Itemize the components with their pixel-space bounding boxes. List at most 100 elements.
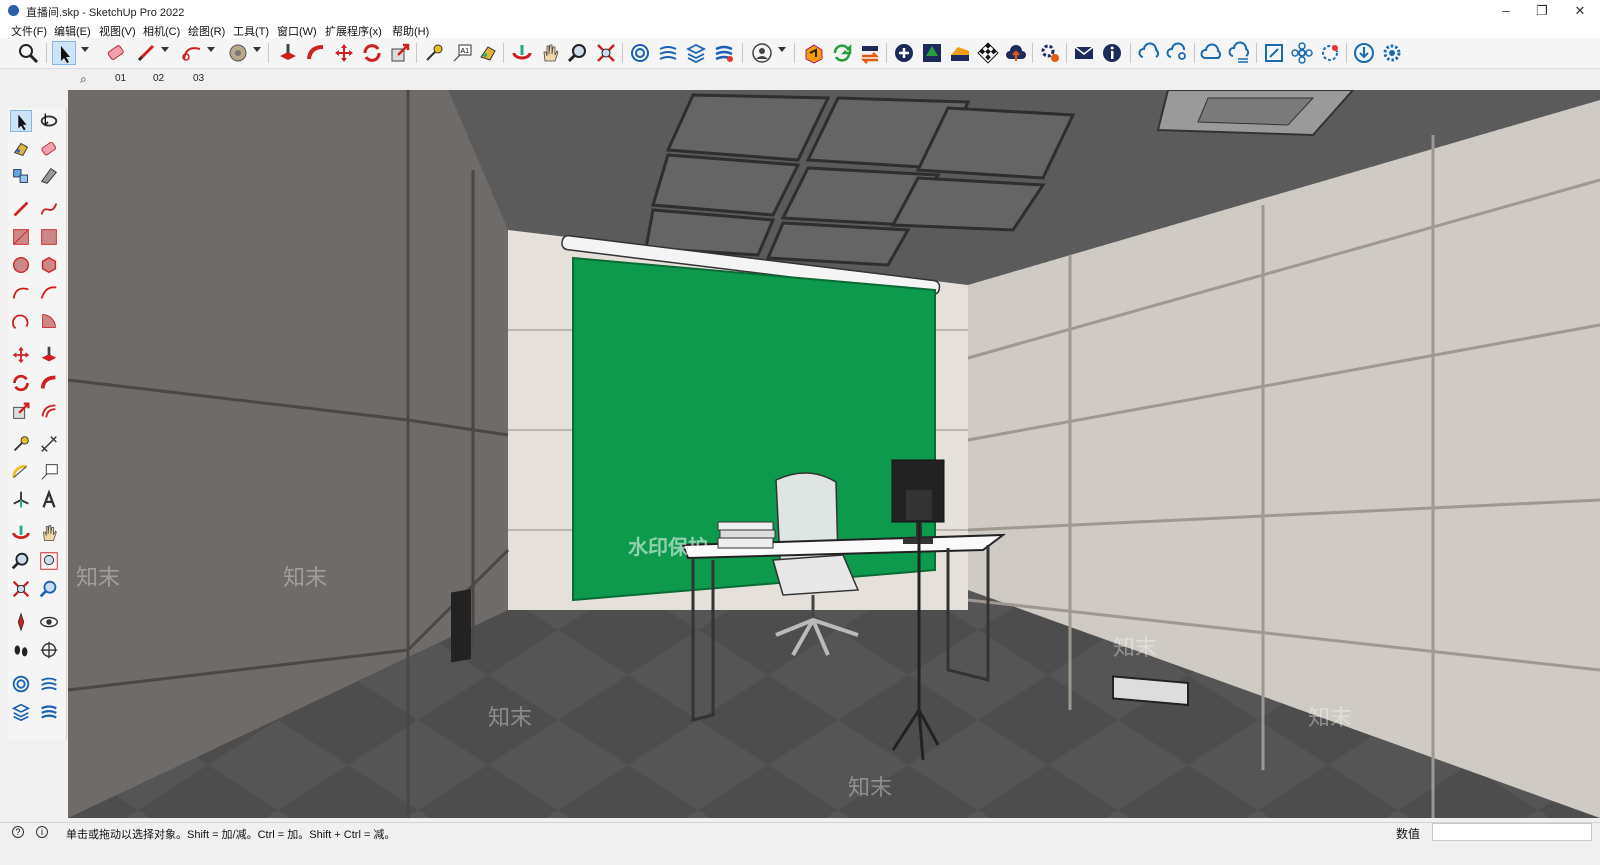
swap-icon[interactable]	[858, 41, 882, 65]
paint-icon[interactable]	[10, 138, 32, 160]
rotate-icon[interactable]	[360, 41, 384, 65]
account-icon[interactable]	[750, 41, 774, 65]
zoom-extents-icon[interactable]	[16, 41, 40, 65]
orbit-icon[interactable]	[10, 522, 32, 544]
scale-icon[interactable]	[10, 400, 32, 422]
info-icon[interactable]	[1100, 41, 1124, 65]
component-icon[interactable]	[10, 165, 32, 187]
circle-icon[interactable]	[10, 254, 32, 276]
cloud-sync-icon[interactable]	[1138, 41, 1162, 65]
zoom-window-icon[interactable]	[38, 550, 60, 572]
move-icon[interactable]	[332, 41, 356, 65]
checker-icon[interactable]	[976, 41, 1000, 65]
pie-icon[interactable]	[38, 310, 60, 332]
push-pull-icon[interactable]	[38, 344, 60, 366]
eraser-icon[interactable]	[38, 138, 60, 160]
menu-window[interactable]: 窗口(W)	[277, 23, 317, 39]
layers-icon[interactable]	[684, 41, 708, 65]
geo-location-icon[interactable]: ?	[12, 826, 24, 838]
scene-tab-01[interactable]: 01	[115, 73, 126, 84]
tape-measure-icon[interactable]	[10, 433, 32, 455]
styles-icon[interactable]	[656, 41, 680, 65]
layers-icon[interactable]	[10, 701, 32, 723]
text-icon[interactable]: A1	[450, 41, 474, 65]
zoom-extents-icon[interactable]	[10, 578, 32, 600]
cloud-icon[interactable]	[1200, 41, 1224, 65]
settings-icon[interactable]	[1380, 41, 1404, 65]
extension-warehouse-icon[interactable]	[802, 41, 826, 65]
menu-help[interactable]: 帮助(H)	[392, 23, 429, 39]
rectangle-icon[interactable]	[10, 226, 32, 248]
tape-measure-icon[interactable]	[422, 41, 446, 65]
polygon-icon[interactable]	[38, 254, 60, 276]
menu-edit[interactable]: 编辑(E)	[54, 23, 91, 39]
protractor-icon[interactable]	[10, 461, 32, 483]
select-icon[interactable]	[10, 110, 32, 132]
scenes-icon[interactable]	[712, 41, 736, 65]
arc-icon[interactable]	[10, 282, 32, 304]
text-icon[interactable]	[38, 461, 60, 483]
measurements-input[interactable]	[1432, 823, 1592, 841]
orbit-icon[interactable]	[510, 41, 534, 65]
3d-text-icon[interactable]	[38, 489, 60, 511]
menu-draw[interactable]: 绘图(R)	[188, 23, 225, 39]
tag-icon[interactable]	[38, 165, 60, 187]
paint-bucket-icon[interactable]	[226, 41, 250, 65]
three-point-arc-icon[interactable]	[10, 310, 32, 332]
gear-icon[interactable]	[1038, 41, 1062, 65]
zoom-icon[interactable]	[566, 41, 590, 65]
menu-file[interactable]: 文件(F)	[11, 23, 47, 39]
select-icon[interactable]	[52, 41, 76, 65]
menu-camera[interactable]: 相机(C)	[143, 23, 180, 39]
cloud-upload-icon[interactable]	[1004, 41, 1028, 65]
paint-icon[interactable]	[476, 41, 500, 65]
styles-icon[interactable]	[38, 673, 60, 695]
two-point-arc-icon[interactable]	[38, 282, 60, 304]
add-icon[interactable]	[892, 41, 916, 65]
scene-search-icon[interactable]: ⌕	[80, 72, 87, 87]
scenes-icon[interactable]	[38, 701, 60, 723]
line-icon[interactable]	[10, 198, 32, 220]
scene-tab-03[interactable]: 03	[193, 73, 204, 84]
minimize-button[interactable]: –	[1486, 0, 1526, 22]
chevron-down-icon[interactable]	[778, 47, 786, 52]
follow-me-icon[interactable]	[38, 372, 60, 394]
scene-tab-02[interactable]: 02	[153, 73, 164, 84]
look-around-icon[interactable]	[38, 611, 60, 633]
chevron-down-icon[interactable]	[207, 47, 215, 52]
menu-tools[interactable]: 工具(T)	[233, 23, 269, 39]
offset-icon[interactable]	[38, 400, 60, 422]
move-icon[interactable]	[10, 344, 32, 366]
rotate-icon[interactable]	[10, 372, 32, 394]
chevron-down-icon[interactable]	[161, 47, 169, 52]
menu-view[interactable]: 视图(V)	[99, 23, 136, 39]
component-icon[interactable]	[628, 41, 652, 65]
pan-icon[interactable]	[538, 41, 562, 65]
push-pull-icon[interactable]	[276, 41, 300, 65]
download-icon[interactable]	[1352, 41, 1376, 65]
flower-icon[interactable]	[1290, 41, 1314, 65]
rotated-rectangle-icon[interactable]	[38, 226, 60, 248]
info-icon[interactable]: i	[36, 826, 48, 838]
mail-icon[interactable]	[1072, 41, 1096, 65]
cloud-search-icon[interactable]	[1166, 41, 1190, 65]
axes-icon[interactable]	[10, 489, 32, 511]
pan-icon[interactable]	[38, 522, 60, 544]
settings-badge-icon[interactable]	[1318, 41, 1342, 65]
scale-icon[interactable]	[388, 41, 412, 65]
line-icon[interactable]	[134, 41, 158, 65]
frame-icon[interactable]	[1262, 41, 1286, 65]
maximize-button[interactable]: ❐	[1522, 0, 1562, 22]
refresh-icon[interactable]	[830, 41, 854, 65]
tree-icon[interactable]	[920, 41, 944, 65]
chevron-down-icon[interactable]	[81, 47, 89, 52]
eraser-icon[interactable]	[104, 41, 128, 65]
arc-icon[interactable]	[180, 41, 204, 65]
follow-me-icon[interactable]	[304, 41, 328, 65]
orbit-icon[interactable]	[38, 110, 60, 132]
walk-icon[interactable]	[10, 639, 32, 661]
chevron-down-icon[interactable]	[253, 47, 261, 52]
dimension-icon[interactable]	[38, 433, 60, 455]
menu-extensions[interactable]: 扩展程序(x)	[325, 23, 382, 39]
previous-view-icon[interactable]	[38, 578, 60, 600]
